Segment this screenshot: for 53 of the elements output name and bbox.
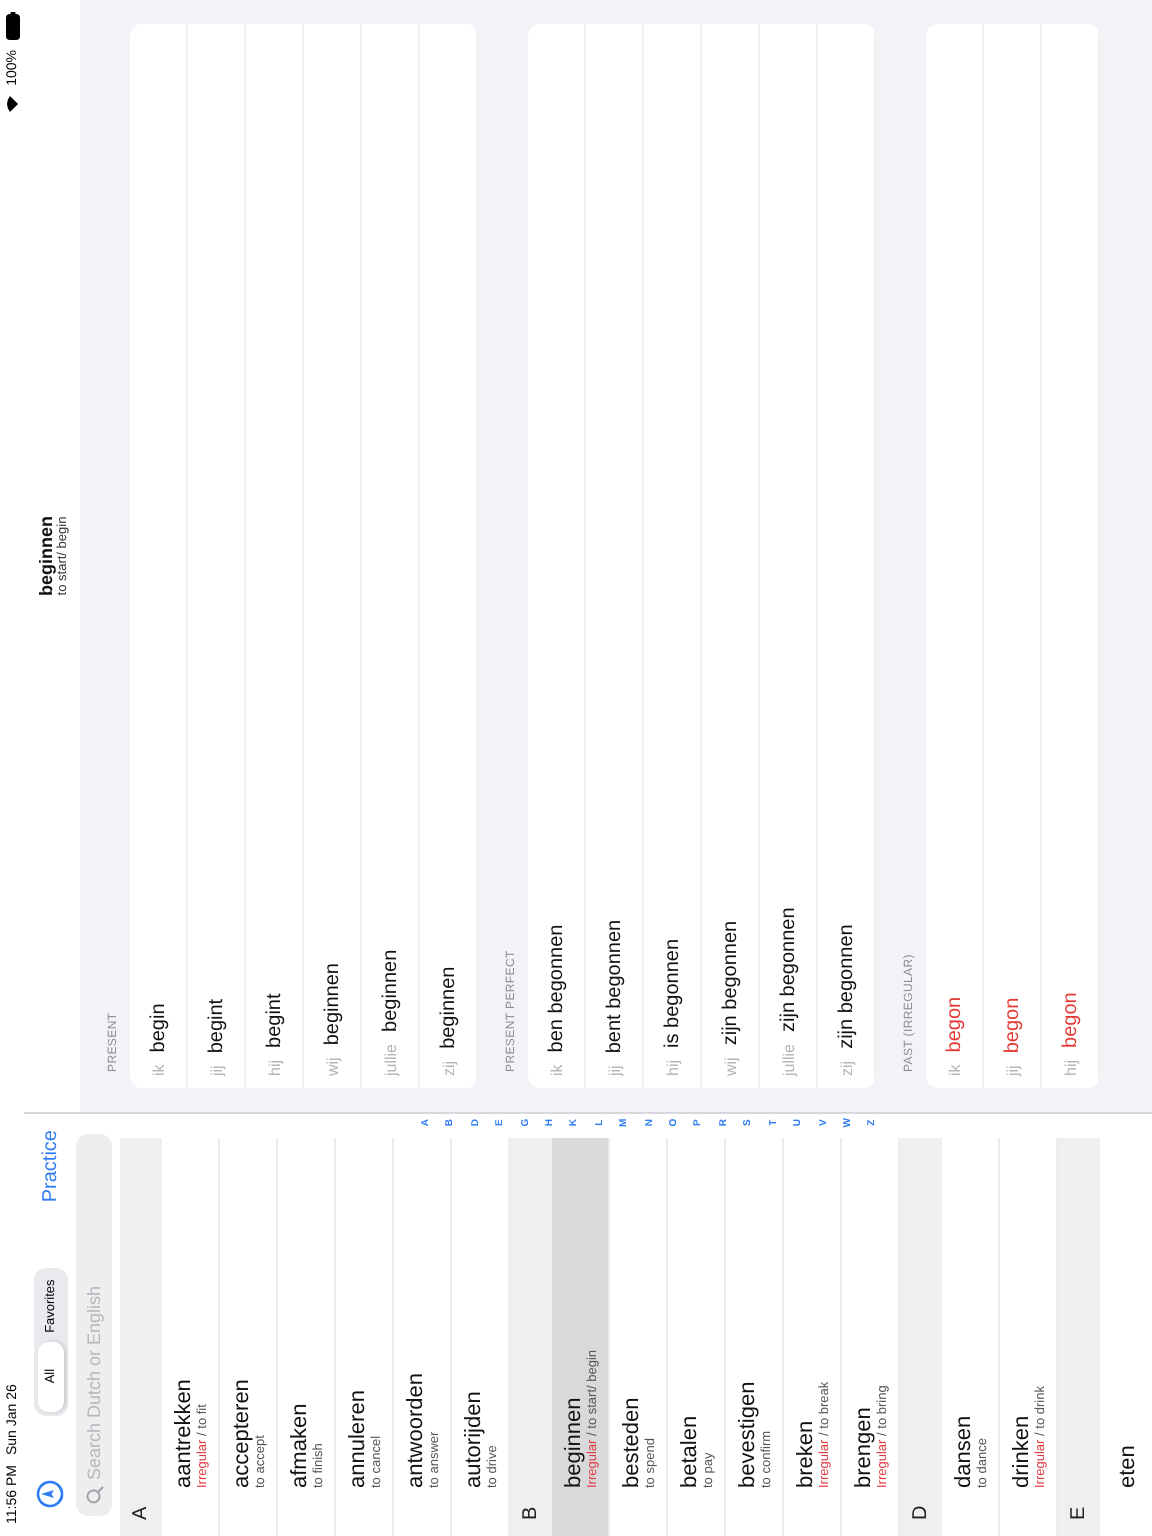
verb-name: drinken (1009, 1415, 1033, 1488)
verb-form: begint (205, 998, 227, 1054)
verb-name: aantrekken (171, 1379, 195, 1488)
pronoun: ik (547, 1064, 565, 1076)
section-header: E (1058, 1138, 1100, 1536)
verb-form: zijn begonnen (777, 907, 799, 1032)
verb-name: besteden (619, 1397, 643, 1488)
section-header: A (120, 1138, 162, 1536)
verb-form: beginnen (321, 963, 343, 1046)
verb-name: dansen (951, 1415, 975, 1488)
pronoun: jij (1003, 1065, 1021, 1076)
pronoun: zij (439, 1060, 457, 1076)
pronoun: ik (149, 1064, 167, 1076)
pronoun: hij (265, 1059, 283, 1076)
pronoun: wij (721, 1057, 739, 1076)
verb-name: autorijden (461, 1391, 485, 1488)
practice-button[interactable]: Practice (39, 1130, 61, 1203)
verb-name: betalen (677, 1415, 701, 1488)
verb-name: brengen (851, 1407, 875, 1488)
verb-name: afmaken (287, 1403, 311, 1488)
pronoun: jullie (779, 1043, 797, 1076)
verb-name: beginnen (561, 1397, 585, 1488)
verb-name: annuleren (345, 1390, 369, 1488)
compass-icon[interactable] (36, 1480, 64, 1508)
pronoun: jij (207, 1065, 225, 1076)
verb-form: is begonnen (661, 938, 683, 1048)
verb-name: accepteren (229, 1379, 253, 1488)
verb-name: bevestigen (735, 1381, 759, 1488)
verb-form: bent begonnen (603, 919, 625, 1054)
verb-form: zijn begonnen (719, 920, 741, 1046)
verb-form: zijn begonnen (835, 924, 857, 1049)
verb-form: ben begonnen (545, 924, 567, 1053)
verb-form: begint (263, 993, 285, 1048)
pronoun: hij (663, 1059, 681, 1076)
pronoun: jij (605, 1065, 623, 1076)
pronoun: ik (945, 1064, 963, 1076)
verb-name: antwoorden (403, 1373, 427, 1488)
verb-title: beginnen (35, 516, 55, 596)
pronoun: wij (323, 1057, 341, 1076)
section-header: B (510, 1138, 552, 1536)
verb-form: begon (1059, 992, 1081, 1048)
pronoun: zij (837, 1060, 855, 1076)
verb-name: breken (793, 1420, 817, 1488)
battery-icon (5, 12, 19, 40)
pronoun: jullie (381, 1043, 399, 1076)
verb-form: begin (147, 1003, 169, 1053)
verb-form: beginnen (437, 966, 459, 1049)
verb-form: begon (1001, 997, 1023, 1054)
pronoun: hij (1061, 1059, 1079, 1076)
verb-form: beginnen (379, 949, 401, 1032)
verb-name: eten (1116, 1445, 1140, 1488)
section-header: D (900, 1138, 942, 1536)
verb-form: begon (943, 996, 965, 1053)
